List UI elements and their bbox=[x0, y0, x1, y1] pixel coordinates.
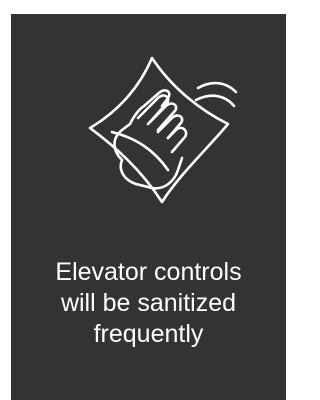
sign-message-line: Elevator controls bbox=[55, 258, 242, 286]
sign-message-line: frequently bbox=[93, 320, 204, 348]
sign-message: Elevator controls will be sanitized freq… bbox=[11, 257, 286, 350]
hand-wiping-cloth-icon bbox=[78, 52, 248, 222]
sign-message-line: will be sanitized bbox=[60, 289, 237, 317]
sanitization-notice-sign: Elevator controls will be sanitized freq… bbox=[11, 14, 286, 400]
